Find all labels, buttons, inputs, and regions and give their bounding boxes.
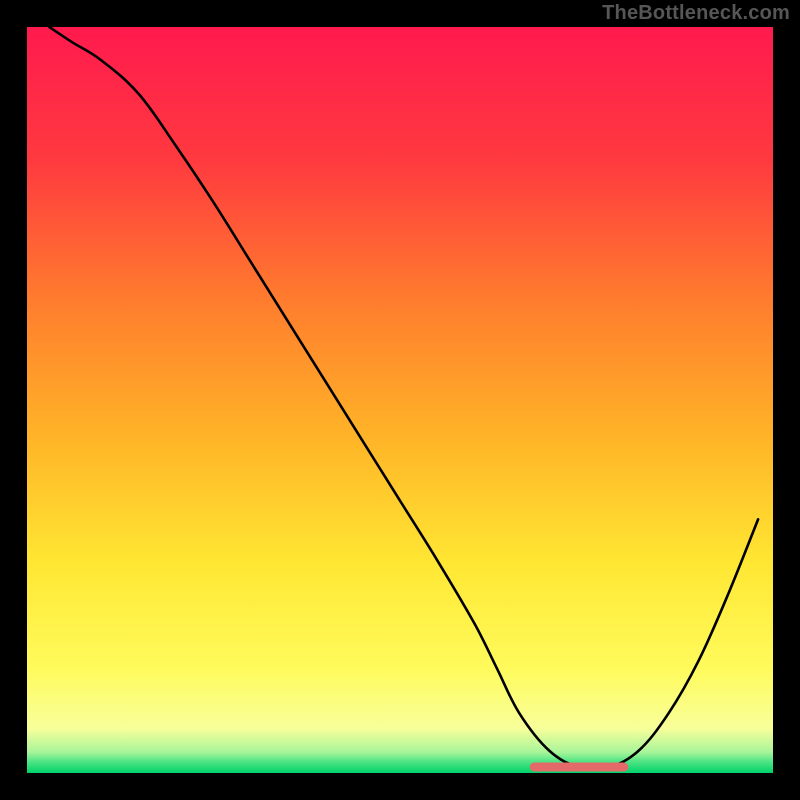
plot-area <box>27 27 773 773</box>
bottleneck-plot <box>0 0 800 800</box>
chart-stage: TheBottleneck.com <box>0 0 800 800</box>
